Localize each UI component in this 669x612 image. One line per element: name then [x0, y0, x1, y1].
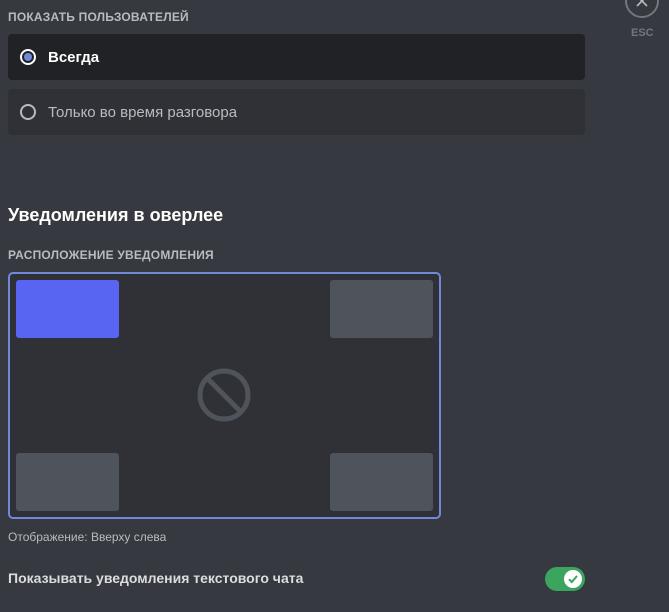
- check-icon: [568, 575, 578, 584]
- radio-unchecked-icon: [20, 104, 36, 120]
- close-icon: [636, 0, 648, 7]
- position-caption: Отображение: Вверху слева: [8, 530, 167, 544]
- radio-option-label: Только во время разговора: [48, 103, 238, 121]
- position-top-right[interactable]: [330, 280, 433, 338]
- radio-option-label: Всегда: [48, 48, 100, 66]
- notifications-heading: Уведомления в оверлее: [8, 205, 224, 225]
- position-bottom-left[interactable]: [16, 453, 119, 511]
- radio-option-while-speaking[interactable]: Только во время разговора: [8, 89, 585, 135]
- notification-position-picker: [8, 272, 441, 519]
- radio-checked-icon: [20, 49, 36, 65]
- radio-option-always[interactable]: Всегда: [8, 34, 585, 80]
- text-chat-toggle-label: Показывать уведомления текстового чата: [8, 570, 304, 586]
- close-button[interactable]: [625, 0, 659, 18]
- settings-panel: ПОКАЗАТЬ ПОЛЬЗОВАТЕЛЕЙ Всегда Только во …: [0, 0, 669, 612]
- position-top-left[interactable]: [16, 280, 119, 338]
- disable-notifications-icon[interactable]: [196, 367, 252, 423]
- notification-position-label: РАСПОЛОЖЕНИЕ УВЕДОМЛЕНИЯ: [8, 248, 214, 262]
- esc-label: ESC: [631, 27, 654, 39]
- position-bottom-right[interactable]: [330, 453, 433, 511]
- text-chat-toggle[interactable]: [545, 567, 585, 591]
- show-users-label: ПОКАЗАТЬ ПОЛЬЗОВАТЕЛЕЙ: [8, 10, 189, 24]
- toggle-knob: [564, 570, 582, 588]
